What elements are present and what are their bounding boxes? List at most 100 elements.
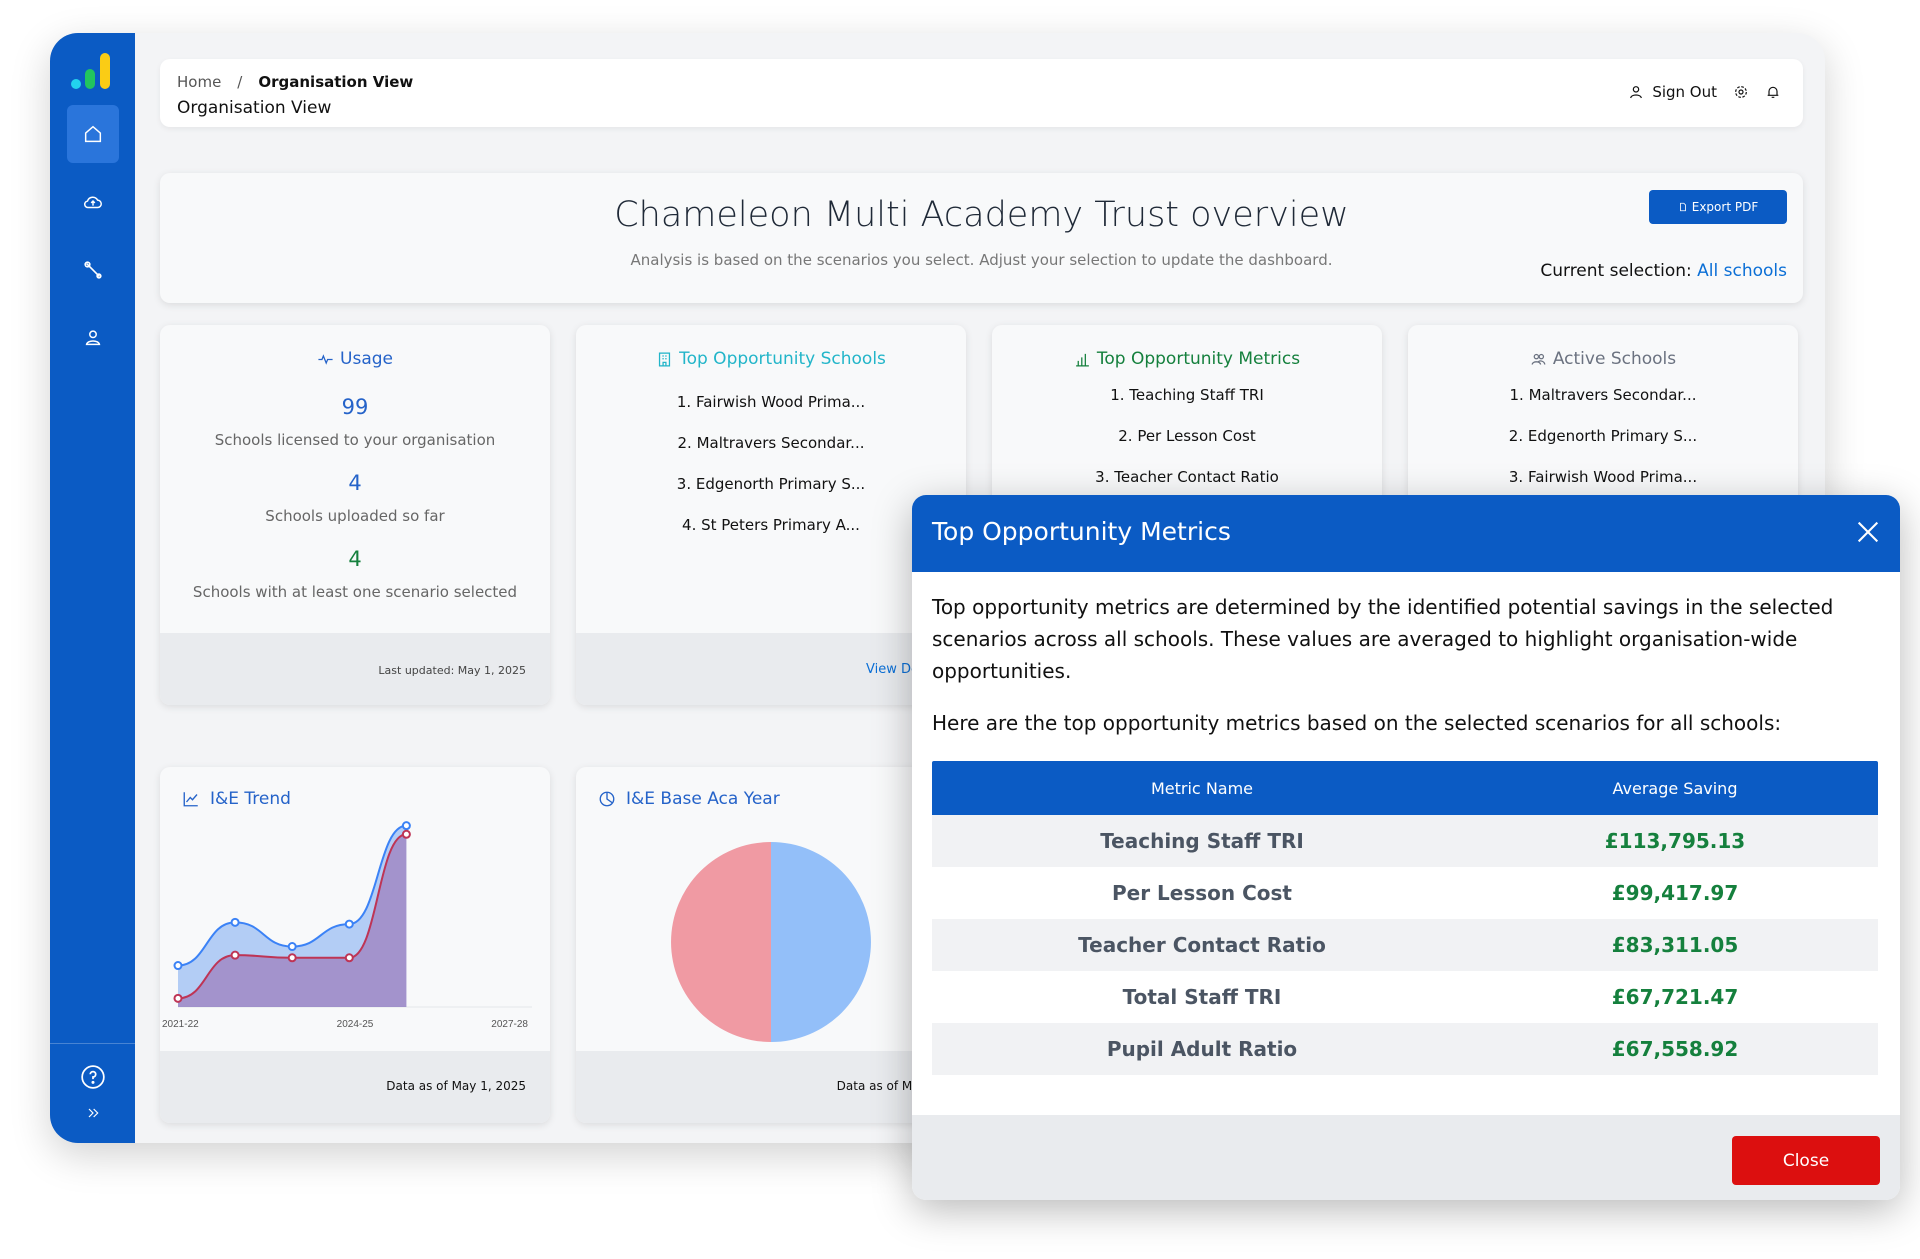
export-pdf-label: Export PDF xyxy=(1691,200,1759,214)
list-item[interactable]: 1. Maltravers Secondar... xyxy=(1408,375,1798,416)
pie-slice[interactable] xyxy=(771,842,871,1042)
wrench-icon xyxy=(84,261,102,279)
x-tick-label: 2021-22 xyxy=(162,1019,199,1030)
metric-name-cell: Per Lesson Cost xyxy=(1112,881,1292,905)
top-metrics-modal: Top Opportunity Metrics Top opportunity … xyxy=(912,495,1900,1200)
list-item[interactable]: 2. Edgenorth Primary S... xyxy=(1408,416,1798,457)
expand-sidebar-button[interactable] xyxy=(67,1093,119,1133)
list-item[interactable]: 4. St Peters Primary A... xyxy=(576,505,966,546)
metric-name-cell: Total Staff TRI xyxy=(1122,985,1282,1009)
data-point[interactable] xyxy=(401,821,411,831)
nav-home-button[interactable] xyxy=(67,105,119,163)
modal-paragraph: Here are the top opportunity metrics bas… xyxy=(932,711,1782,735)
metric-name-cell: Teacher Contact Ratio xyxy=(1078,933,1326,957)
metric-name-cell: Teaching Staff TRI xyxy=(1100,829,1304,853)
column-header: Metric Name xyxy=(1150,778,1254,798)
ie-trend-footnote: Data as of May 1, 2025 xyxy=(386,1079,526,1093)
x-tick-label: 2027-28 xyxy=(491,1019,528,1030)
top-schools-title: Top Opportunity Schools xyxy=(576,349,966,369)
help-icon xyxy=(81,1065,105,1089)
chevron-double-right-icon xyxy=(88,1108,99,1118)
pie-chart-icon xyxy=(599,791,615,807)
usage-stat-value: 99 xyxy=(341,395,369,419)
breadcrumb-home[interactable]: Home xyxy=(177,73,221,91)
users-icon xyxy=(1531,353,1546,365)
average-saving-cell: £83,311.05 xyxy=(1611,933,1739,957)
overview-title: Chameleon Multi Academy Trust overview xyxy=(614,195,1349,235)
gear-icon[interactable] xyxy=(1733,84,1749,100)
modal-footer: Close xyxy=(912,1115,1900,1200)
data-point[interactable] xyxy=(287,953,297,963)
building-icon xyxy=(658,351,671,367)
nav-upload-button[interactable] xyxy=(67,173,119,231)
document-icon xyxy=(1679,202,1686,212)
table-row: Pupil Adult Ratio £67,558.92 xyxy=(932,1023,1878,1075)
table-row: Total Staff TRI £67,721.47 xyxy=(932,971,1878,1023)
usage-title: Usage xyxy=(160,349,550,369)
bell-icon[interactable] xyxy=(1765,84,1781,100)
sign-out-label: Sign Out xyxy=(1652,83,1717,101)
page-header: Home / Organisation View Organisation Vi… xyxy=(160,59,1803,127)
ie-base-card: I&E Base Aca Year Data as of May 1, xyxy=(576,767,966,1123)
column-header: Average Saving xyxy=(1612,778,1738,798)
table-body: Teaching Staff TRI £113,795.13 Per Lesson … xyxy=(932,815,1878,1075)
data-point[interactable] xyxy=(230,950,240,960)
ie-base-title-label: I&E Base Aca Year xyxy=(626,789,780,809)
average-saving-cell: £113,795.13 xyxy=(1604,829,1746,853)
data-point[interactable] xyxy=(173,993,183,1003)
user-icon xyxy=(1630,86,1643,99)
top-metrics-title-label: Top Opportunity Metrics xyxy=(1096,349,1301,369)
usage-stat-label: Schools licensed to your organisation xyxy=(214,431,496,449)
list-item[interactable]: 3. Edgenorth Primary S... xyxy=(576,464,966,505)
average-saving-cell: £99,417.97 xyxy=(1611,881,1739,905)
active-schools-title: Active Schools xyxy=(1408,349,1798,369)
bar-chart-icon xyxy=(1076,353,1089,367)
list-item[interactable]: 3. Fairwish Wood Prima... xyxy=(1408,457,1798,498)
top-schools-card: Top Opportunity Schools 1. Fairwish Wood… xyxy=(576,325,966,705)
ie-base-title: I&E Base Aca Year xyxy=(598,789,780,809)
pie-slice[interactable] xyxy=(671,842,771,1042)
modal-header: Top Opportunity Metrics xyxy=(912,495,1900,572)
ie-trend-chart: 2021-22 2024-25 2027-28 xyxy=(162,821,532,1030)
usage-stat-value: 4 xyxy=(348,471,362,495)
cloud-upload-icon xyxy=(84,196,102,209)
selection-label: Current selection: xyxy=(1540,261,1692,281)
metrics-table: Metric Name Average Saving Teaching Staf… xyxy=(932,761,1878,1075)
export-pdf-button[interactable]: Export PDF xyxy=(1649,190,1787,224)
usage-stat-label: Schools with at least one scenario selec… xyxy=(192,583,518,601)
home-icon xyxy=(84,125,102,143)
logo-icon xyxy=(71,53,110,89)
list-item[interactable]: 2. Per Lesson Cost xyxy=(992,416,1382,457)
sidebar xyxy=(50,33,135,1143)
average-saving-cell: £67,558.92 xyxy=(1611,1037,1739,1061)
list-item[interactable]: 1. Teaching Staff TRI xyxy=(992,375,1382,416)
list-item[interactable]: 3. Teacher Contact Ratio xyxy=(992,457,1382,498)
data-point[interactable] xyxy=(173,961,183,971)
list-item[interactable]: 1. Fairwish Wood Prima... xyxy=(576,382,966,423)
close-button[interactable]: Close xyxy=(1732,1136,1880,1185)
breadcrumb-current: Organisation View xyxy=(258,73,414,91)
nav-user-button[interactable] xyxy=(67,309,119,367)
data-point[interactable] xyxy=(344,953,354,963)
data-point[interactable] xyxy=(344,919,354,929)
data-point[interactable] xyxy=(287,942,297,952)
usage-card: Usage 99 Schools licensed to your organi… xyxy=(160,325,550,705)
table-row: Teaching Staff TRI £113,795.13 xyxy=(932,815,1878,867)
user-icon xyxy=(85,330,101,346)
average-saving-cell: £67,721.47 xyxy=(1611,985,1739,1009)
data-point[interactable] xyxy=(230,917,240,927)
list-item[interactable]: 2. Maltravers Secondar... xyxy=(576,423,966,464)
nav-tools-button[interactable] xyxy=(67,241,119,299)
selection-link[interactable]: All schools xyxy=(1697,261,1787,281)
close-icon[interactable] xyxy=(1854,518,1882,546)
top-metrics-title: Top Opportunity Metrics xyxy=(992,349,1382,369)
sign-out-button[interactable]: Sign Out xyxy=(1628,83,1717,101)
top-metrics-list: 1. Teaching Staff TRI 2. Per Lesson Cost… xyxy=(992,375,1382,498)
ie-base-pie-chart xyxy=(671,842,871,1042)
page-title: Organisation View xyxy=(177,98,332,118)
modal-paragraph: Top opportunity metrics are determined b… xyxy=(932,595,1834,683)
table-row: Per Lesson Cost £99,417.97 xyxy=(932,867,1878,919)
top-schools-list: 1. Fairwish Wood Prima... 2. Maltravers … xyxy=(576,382,966,546)
x-tick-label: 2024-25 xyxy=(337,1019,374,1030)
data-point[interactable] xyxy=(401,829,411,839)
